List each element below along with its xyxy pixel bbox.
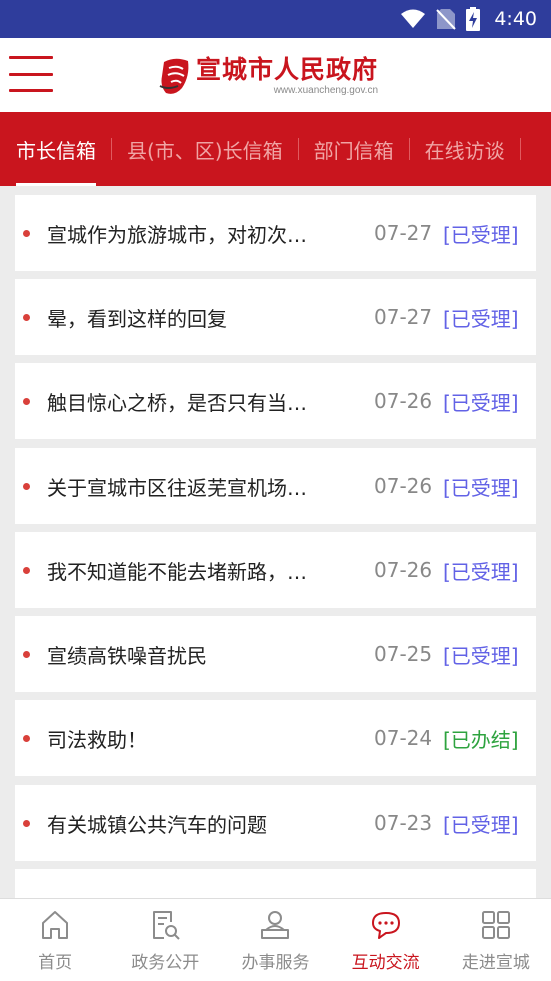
bullet-dot — [23, 482, 30, 490]
nav-label: 政务公开 — [131, 953, 200, 973]
wifi-icon — [401, 9, 426, 28]
letter-title: 我不知道能不能去堵新路，… — [47, 559, 307, 584]
city-emblem-icon — [159, 58, 189, 94]
nav-label: 首页 — [38, 953, 73, 973]
mailbox-tabs: 市长信箱 县(市、区)长信箱 部门信箱 在线访谈 — [0, 112, 551, 186]
site-title: 宣城市人民政府 — [196, 55, 379, 84]
list-item[interactable]: 触目惊心之桥，是否只有当… 07-26 [已受理] — [15, 363, 536, 439]
bullet-dot — [23, 566, 30, 574]
nav-services[interactable]: 办事服务 — [220, 899, 330, 981]
bullet-dot — [23, 650, 30, 658]
chat-bubble-icon — [371, 912, 400, 939]
status-bar: 4:40 — [0, 0, 551, 38]
tab-divider — [408, 138, 410, 160]
status-time: 4:40 — [494, 8, 537, 30]
nav-government-affairs[interactable]: 政务公开 — [110, 899, 220, 981]
menu-icon-bar — [9, 56, 53, 59]
status-badge: [已受理] — [443, 222, 519, 247]
list-item[interactable]: 司法救助！ 07-24 [已办结] — [15, 700, 536, 776]
list-item[interactable]: 我不知道能不能去堵新路，… 07-26 [已受理] — [15, 532, 536, 608]
letter-title: 关于宣城市区往返芜宣机场… — [47, 475, 307, 500]
status-badge: [已受理] — [443, 559, 519, 584]
app-screen: 4:40 宣城市人民政府 www.xuancheng.gov.cn 市长信箱 县… — [0, 0, 551, 981]
bullet-dot — [23, 229, 30, 237]
bullet-dot — [23, 313, 30, 321]
nav-label: 办事服务 — [241, 953, 310, 973]
status-badge: [已受理] — [443, 475, 519, 500]
bullet-dot — [23, 734, 30, 742]
nav-about-city[interactable]: 走进宣城 — [441, 899, 551, 981]
nav-label: 互动交流 — [351, 953, 420, 973]
list-item[interactable]: 关于宣城市区往返芜宣机场… 07-26 [已受理] — [15, 448, 536, 524]
tab-divider — [519, 138, 521, 160]
site-logo[interactable]: 宣城市人民政府 www.xuancheng.gov.cn — [158, 52, 378, 100]
list-item[interactable]: 宣绩高铁噪音扰民 07-25 [已受理] — [15, 616, 536, 692]
nav-interaction[interactable]: 互动交流 — [331, 899, 441, 981]
hamburger-menu-button[interactable] — [9, 56, 53, 92]
letter-date: 07-26 — [374, 474, 433, 498]
letter-date: 07-26 — [374, 558, 433, 582]
letter-title: 触目惊心之桥，是否只有当… — [47, 390, 307, 415]
letter-title: 宣城作为旅游城市，对初次… — [47, 222, 307, 247]
letter-date: 07-25 — [374, 642, 433, 666]
service-person-icon — [261, 911, 290, 939]
tab-mayor-mailbox[interactable]: 市长信箱 — [16, 112, 96, 186]
letter-title: 司法救助！ — [47, 727, 147, 752]
tab-department-mailbox[interactable]: 部门信箱 — [314, 112, 394, 186]
letter-date: 07-24 — [374, 726, 433, 750]
document-search-icon — [153, 911, 180, 940]
bullet-dot — [23, 397, 30, 405]
status-badge: [已办结] — [443, 727, 519, 752]
status-badge: [已受理] — [443, 643, 519, 668]
letter-date: 07-26 — [374, 389, 433, 413]
list-item[interactable]: 晕，看到这样的回复 07-27 [已受理] — [15, 279, 536, 355]
menu-icon-bar — [9, 89, 53, 92]
status-badge: [已受理] — [443, 306, 519, 331]
nav-home[interactable]: 首页 — [0, 899, 110, 981]
tab-online-interview[interactable]: 在线访谈 — [425, 112, 505, 186]
nav-label: 走进宣城 — [461, 953, 530, 973]
home-icon — [42, 911, 69, 939]
letter-title: 宣绩高铁噪音扰民 — [47, 643, 207, 668]
app-header: 宣城市人民政府 www.xuancheng.gov.cn — [0, 38, 551, 112]
tab-divider — [111, 138, 112, 160]
list-item[interactable]: 有关城镇公共汽车的问题 07-23 [已受理] — [15, 785, 536, 861]
bottom-nav: 首页 政务公开 办事服务 互动交流 走进宣城 — [0, 898, 551, 981]
letter-date: 07-27 — [374, 305, 433, 329]
site-url: www.xuancheng.gov.cn — [273, 85, 379, 96]
list-item[interactable]: 宣城作为旅游城市，对初次… 07-27 [已受理] — [15, 195, 536, 271]
list-item[interactable] — [15, 869, 536, 898]
bullet-dot — [23, 819, 30, 827]
tab-county-mailbox[interactable]: 县(市、区)长信箱 — [127, 112, 283, 186]
menu-icon-bar — [9, 72, 53, 76]
battery-charging-icon — [466, 7, 481, 31]
tab-divider — [297, 138, 299, 160]
letter-title: 晕，看到这样的回复 — [47, 306, 227, 331]
letter-list: 宣城作为旅游城市，对初次… 07-27 [已受理] 晕，看到这样的回复 07-2… — [0, 186, 551, 898]
letter-title: 有关城镇公共汽车的问题 — [47, 812, 267, 837]
letter-date: 07-27 — [374, 221, 433, 245]
status-badge: [已受理] — [443, 812, 519, 837]
status-badge: [已受理] — [443, 390, 519, 415]
no-sim-icon — [436, 9, 457, 30]
letter-date: 07-23 — [374, 811, 433, 835]
grid-icon — [481, 911, 510, 939]
